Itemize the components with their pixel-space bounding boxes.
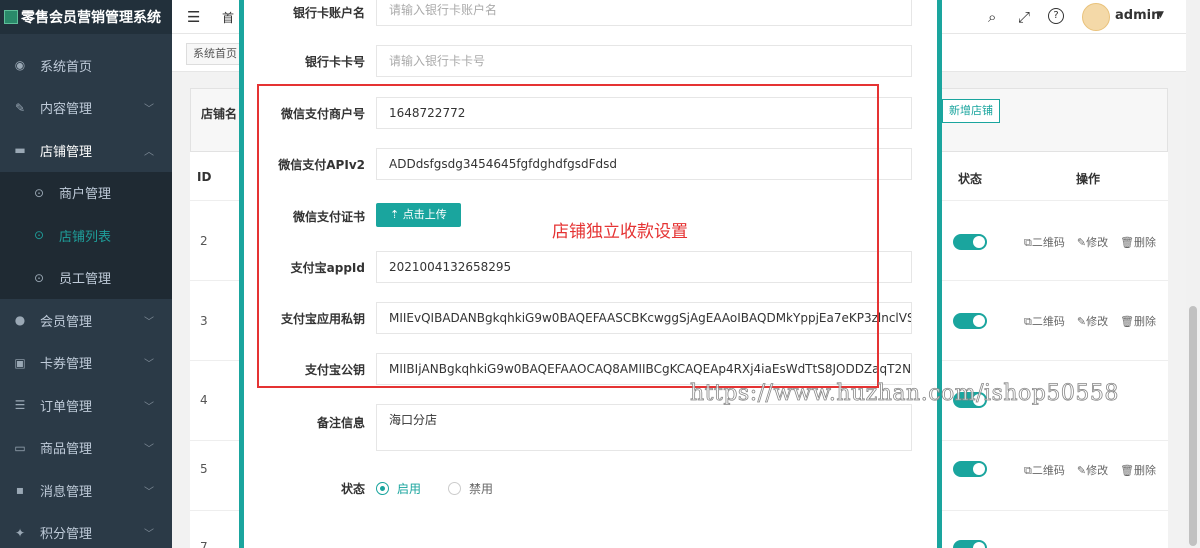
delete-link[interactable]: 🗑删除	[1120, 464, 1162, 477]
circle-check-icon: ⊙	[33, 185, 45, 200]
logo-icon	[4, 10, 18, 24]
watermark-text: https://www.huzhan.com/ishop50558	[690, 381, 1119, 407]
edit-icon: ✎	[14, 100, 26, 115]
sidebar-menu: ◉ 系统首页 ✎ 内容管理 ﹀ ▬ 店铺管理 ︿ ⊙ 商户管理 ⊙ 店铺列表 ⊙ 员工管理 ● 会…	[0, 44, 172, 548]
circle-check-icon: ⊙	[33, 228, 45, 243]
status-toggle[interactable]	[953, 461, 987, 477]
sidebar-item-points[interactable]: ✦ 积分管理 ﹀	[0, 512, 172, 548]
page-scrollbar[interactable]	[1186, 0, 1200, 548]
circle-check-icon: ⊙	[33, 270, 45, 285]
message-icon: ▪	[15, 483, 25, 498]
form-row-remark: 备注信息 海口分店	[244, 404, 937, 451]
radio-unchecked-icon	[448, 482, 461, 495]
bank-card-no-input[interactable]: 请输入银行卡卡号	[376, 45, 912, 77]
search-icon[interactable]: ⌕	[988, 8, 996, 26]
form-row-bank-card-no: 银行卡卡号 请输入银行卡卡号	[244, 45, 937, 77]
remark-textarea[interactable]: 海口分店	[376, 404, 912, 451]
cart-icon: ▬	[14, 143, 26, 158]
sidebar-item-coupon[interactable]: ▣ 卡券管理 ﹀	[0, 342, 172, 385]
sidebar-item-order[interactable]: ☰ 订单管理 ﹀	[0, 384, 172, 427]
column-header-ops: 操作	[1076, 172, 1101, 186]
delete-link[interactable]: 🗑删除	[1120, 236, 1162, 249]
list-icon: ☰	[14, 398, 26, 413]
chevron-down-icon: ﹀	[144, 486, 154, 498]
field-label: 银行卡卡号	[304, 55, 365, 69]
edit-link[interactable]: ✎修改	[1077, 315, 1114, 328]
menu-toggle-icon[interactable]: ☰	[187, 8, 200, 26]
form-row-bank-account-name: 银行卡账户名 请输入银行卡账户名	[244, 0, 937, 26]
table-cell-id: 5	[200, 462, 208, 476]
delete-link[interactable]: 🗑删除	[1120, 315, 1162, 328]
chevron-down-icon: ﹀	[144, 529, 154, 541]
sidebar: 零售会员营销管理系统 ◉ 系统首页 ✎ 内容管理 ﹀ ▬ 店铺管理 ︿ ⊙ 商户管理 ⊙ 店铺…	[0, 0, 172, 548]
annotation-text: 店铺独立收款设置	[552, 222, 688, 242]
row-actions: ⧉二维码 ✎修改 🗑删除	[1024, 462, 1168, 478]
table-cell-id: 3	[200, 314, 208, 328]
sidebar-item-home[interactable]: ◉ 系统首页	[0, 44, 172, 87]
caret-down-icon[interactable]: ▼	[1157, 10, 1164, 20]
sidebar-item-merchant[interactable]: ⊙ 商户管理	[0, 171, 172, 214]
sidebar-item-staff[interactable]: ⊙ 员工管理	[0, 256, 172, 299]
chevron-down-icon: ﹀	[144, 104, 154, 116]
field-label: 状态	[340, 482, 365, 496]
bank-account-name-input[interactable]: 请输入银行卡账户名	[376, 0, 912, 26]
star-icon: ✦	[14, 525, 26, 540]
field-label: 银行卡账户名	[292, 6, 365, 20]
help-icon[interactable]: ?	[1048, 8, 1064, 24]
chevron-up-icon: ︿	[144, 146, 154, 158]
avatar[interactable]	[1082, 3, 1110, 31]
filter-label: 店铺名	[201, 107, 238, 121]
table-cell-id: 7	[200, 540, 208, 548]
dashboard-icon: ◉	[14, 58, 26, 73]
qrcode-link[interactable]: ⧉二维码	[1024, 464, 1071, 477]
chevron-down-icon: ﹀	[144, 444, 154, 456]
qrcode-link[interactable]: ⧉二维码	[1024, 236, 1071, 249]
chevron-down-icon: ﹀	[144, 401, 154, 413]
form-row-status: 状态 启用 禁用	[244, 472, 937, 504]
app-title: 零售会员营销管理系统	[21, 10, 161, 26]
sidebar-item-store[interactable]: ▬ 店铺管理 ︿	[0, 129, 172, 172]
sidebar-item-member[interactable]: ● 会员管理 ﹀	[0, 299, 172, 342]
sidebar-item-message[interactable]: ▪ 消息管理 ﹀	[0, 469, 172, 512]
status-toggle[interactable]	[953, 234, 987, 250]
radio-checked-icon	[376, 482, 389, 495]
column-header-id: ID	[197, 170, 212, 184]
users-icon: ●	[14, 313, 26, 328]
row-actions: ⧉二维码 ✎修改 🗑删除	[1024, 234, 1168, 250]
field-label: 备注信息	[316, 416, 365, 430]
edit-link[interactable]: ✎修改	[1077, 236, 1114, 249]
status-radio-on[interactable]: 启用	[376, 480, 421, 497]
chevron-down-icon: ﹀	[144, 359, 154, 371]
edit-link[interactable]: ✎修改	[1077, 464, 1114, 477]
monitor-icon: ▭	[14, 440, 26, 455]
add-store-button[interactable]: 新增店铺	[942, 99, 1000, 123]
status-radio-off[interactable]: 禁用	[448, 480, 493, 497]
tab-home[interactable]: 系统首页	[186, 43, 244, 65]
card-icon: ▣	[14, 355, 26, 370]
app-logo: 零售会员营销管理系统	[0, 0, 172, 34]
sidebar-item-goods[interactable]: ▭ 商品管理 ﹀	[0, 427, 172, 470]
row-actions: ⧉二维码 ✎修改 🗑删除	[1024, 313, 1168, 329]
table-cell-id: 2	[200, 234, 208, 248]
scrollbar-thumb[interactable]	[1189, 306, 1197, 546]
column-header-status: 状态	[958, 172, 983, 186]
breadcrumb: 首	[222, 11, 235, 25]
user-name[interactable]: admin	[1115, 8, 1160, 23]
fullscreen-icon[interactable]: ⤢	[1018, 8, 1030, 26]
status-toggle[interactable]	[953, 540, 987, 548]
sidebar-item-store-list[interactable]: ⊙ 店铺列表	[0, 214, 172, 257]
chevron-down-icon: ﹀	[144, 316, 154, 328]
status-toggle[interactable]	[953, 313, 987, 329]
table-cell-id: 4	[200, 393, 208, 407]
sidebar-item-content[interactable]: ✎ 内容管理 ﹀	[0, 87, 172, 130]
qrcode-link[interactable]: ⧉二维码	[1024, 315, 1071, 328]
